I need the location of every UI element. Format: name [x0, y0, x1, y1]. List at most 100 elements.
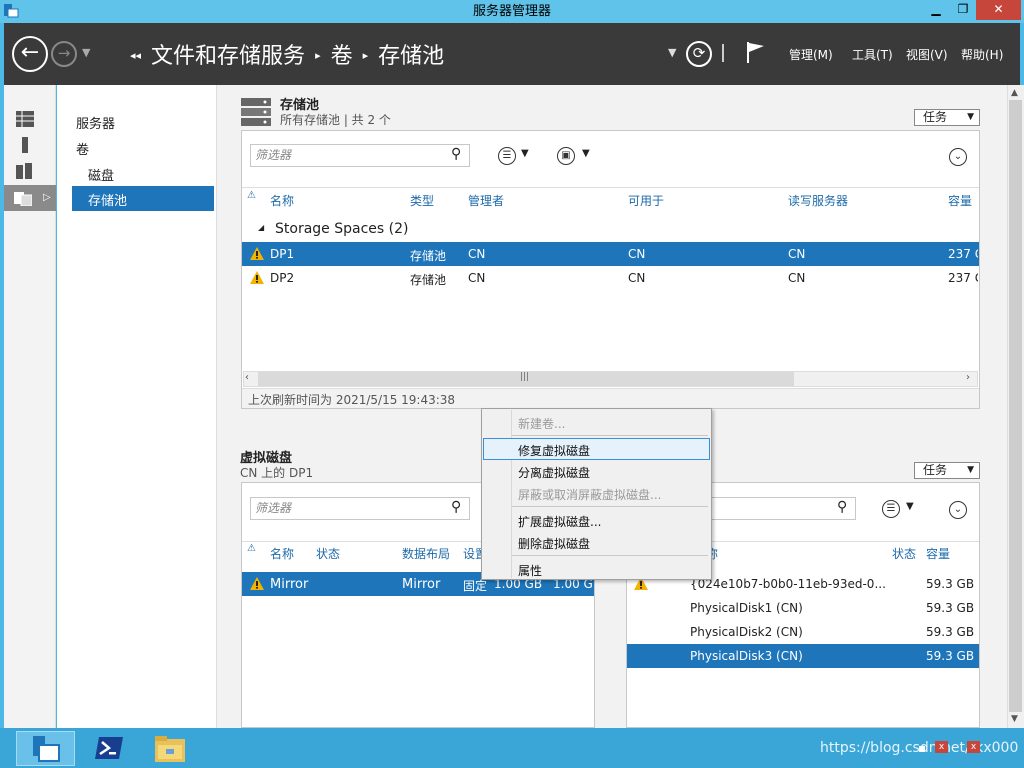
maximize-button[interactable]: ❐ — [950, 0, 976, 20]
search-icon[interactable]: ⚲ — [837, 499, 847, 515]
nav-item-servers[interactable]: 服务器 — [76, 113, 115, 132]
list-view-dropdown-icon[interactable]: ▼ — [906, 501, 914, 512]
warning-icon: ⚠ — [247, 543, 256, 554]
warning-icon: ⚠ — [247, 190, 256, 201]
history-dropdown-icon[interactable]: ▼ — [82, 46, 90, 59]
powershell-icon — [95, 737, 123, 759]
table-row[interactable] — [242, 242, 979, 266]
menu-item-detach-vdisk[interactable]: 分离虚拟磁盘 — [518, 464, 590, 481]
menu-help[interactable]: 帮助(H) — [961, 46, 1003, 63]
menu-item-mask-vdisk[interactable]: 屏蔽或取消屏蔽虚拟磁盘... — [518, 486, 661, 503]
tray-error-icon[interactable]: x — [967, 741, 980, 753]
pools-col-capacity[interactable]: 容量 — [948, 192, 972, 209]
pool-managed: CN — [468, 247, 486, 261]
pools-col-managed[interactable]: 管理者 — [468, 192, 504, 209]
save-icon[interactable]: ▣ — [557, 147, 575, 165]
pdisks-col-capacity[interactable]: 容量 — [926, 545, 950, 562]
search-icon[interactable]: ⚲ — [451, 499, 461, 515]
all-servers-icon[interactable] — [16, 163, 34, 179]
notifications-dropdown-icon[interactable]: ▼ — [668, 46, 676, 59]
menu-manage[interactable]: 管理(M) — [789, 46, 833, 63]
forward-arrow-icon[interactable]: → — [51, 41, 77, 67]
scroll-down-icon[interactable]: ▼ — [1011, 714, 1018, 724]
taskbar-powershell[interactable] — [80, 731, 138, 766]
list-view-dropdown-icon[interactable]: ▼ — [521, 148, 529, 159]
minimize-button[interactable]: ▁ — [922, 0, 950, 20]
vdisks-col-layout[interactable]: 数据布局 — [402, 545, 450, 562]
menu-item-extend-vdisk[interactable]: 扩展虚拟磁盘... — [518, 513, 601, 530]
list-view-icon[interactable]: ☰ — [498, 147, 516, 165]
back-arrow-icon[interactable]: ← — [12, 36, 48, 72]
menu-view[interactable]: 视图(V) — [906, 46, 948, 63]
menu-separator — [512, 506, 708, 507]
pools-col-name[interactable]: 名称 — [270, 192, 294, 209]
expand-icon[interactable]: ⌄ — [949, 148, 967, 166]
pools-tasks-button[interactable]: 任务 ▼ — [914, 109, 980, 126]
pool-available: CN — [628, 271, 646, 285]
menu-item-new-volume[interactable]: 新建卷... — [518, 415, 565, 432]
table-row[interactable] — [242, 266, 979, 290]
pools-header-divider — [242, 187, 979, 188]
pdisks-filter-input[interactable] — [700, 497, 856, 520]
menu-item-repair-vdisk[interactable]: 修复虚拟磁盘 — [518, 442, 590, 459]
pool-rw-server: CN — [788, 247, 806, 261]
vdisks-section-subtitle: CN 上的 DP1 — [240, 466, 314, 480]
refresh-icon[interactable]: ⟳ — [686, 41, 712, 67]
folder-icon — [155, 736, 185, 762]
nav-item-storage-pools[interactable]: 存储池 — [72, 186, 214, 211]
close-button[interactable]: ✕ — [976, 0, 1021, 20]
warning-icon — [250, 577, 264, 590]
vertical-scroll-thumb[interactable] — [1009, 100, 1022, 712]
nav-item-volumes[interactable]: 卷 — [76, 139, 89, 158]
menu-item-delete-vdisk[interactable]: 删除虚拟磁盘 — [518, 535, 590, 552]
menu-separator — [512, 555, 708, 556]
breadcrumb: ◂◂ 文件和存储服务 ▸ 卷 ▸ 存储池 — [130, 44, 445, 69]
pools-filter-input[interactable]: 筛选器 — [250, 144, 470, 167]
pdisk-capacity: 59.3 GB — [926, 577, 975, 591]
last-refresh-text: 上次刷新时间为 2021/5/15 19:43:38 — [248, 393, 456, 407]
scroll-left-icon[interactable]: ‹ — [245, 372, 249, 383]
scroll-right-icon[interactable]: › — [966, 372, 970, 383]
expand-icon[interactable]: ⌄ — [949, 501, 967, 519]
taskbar-server-manager[interactable] — [16, 731, 75, 766]
server-manager-app-icon — [33, 736, 60, 762]
pools-col-type[interactable]: 类型 — [410, 192, 434, 209]
file-storage-icon — [14, 192, 32, 206]
flag-icon[interactable] — [745, 40, 767, 64]
pool-rw-server: CN — [788, 271, 806, 285]
save-dropdown-icon[interactable]: ▼ — [582, 148, 590, 159]
pools-col-rw-server[interactable]: 读写服务器 — [788, 192, 848, 209]
search-icon[interactable]: ⚲ — [451, 146, 461, 162]
pools-group-header[interactable]: Storage Spaces (2) — [275, 221, 408, 237]
nav-item-disks[interactable]: 磁盘 — [88, 165, 114, 184]
vdisks-filter-input[interactable]: 筛选器 — [250, 497, 470, 520]
tray-error-icon[interactable]: x — [935, 741, 948, 753]
collapse-group-icon[interactable]: ◢ — [258, 223, 264, 232]
menu-separator — [512, 435, 708, 436]
storage-pool-icon — [241, 98, 271, 126]
chevron-down-icon: ▼ — [967, 112, 974, 122]
expand-rail-icon[interactable]: ▷ — [43, 192, 51, 203]
pools-col-available[interactable]: 可用于 — [628, 192, 664, 209]
breadcrumb-volumes[interactable]: 卷 — [331, 44, 353, 69]
side-nav — [57, 85, 217, 728]
pdisks-tasks-button[interactable]: 任务 ▼ — [914, 462, 980, 479]
local-server-icon[interactable] — [16, 137, 34, 153]
pdisk-name: PhysicalDisk3 (CN) — [690, 649, 803, 663]
pdisks-col-status[interactable]: 状态 — [892, 545, 916, 562]
tray-network-icon[interactable]: ▪ — [918, 741, 926, 755]
chevron-down-icon: ▼ — [967, 465, 974, 475]
nav-item-storage-pools-label: 存储池 — [88, 194, 128, 209]
breadcrumb-storage-pools[interactable]: 存储池 — [378, 44, 444, 69]
menu-item-properties[interactable]: 属性 — [518, 562, 542, 579]
pdisk-capacity: 59.3 GB — [926, 649, 975, 663]
scroll-up-icon[interactable]: ▲ — [1011, 88, 1018, 98]
pool-name: DP1 — [270, 247, 295, 261]
taskbar-explorer[interactable] — [140, 731, 198, 766]
vdisks-col-status[interactable]: 状态 — [316, 545, 340, 562]
breadcrumb-file-storage[interactable]: 文件和存储服务 — [151, 44, 305, 69]
vdisks-col-name[interactable]: 名称 — [270, 545, 294, 562]
list-view-icon[interactable]: ☰ — [882, 500, 900, 518]
dashboard-icon[interactable] — [16, 111, 34, 127]
menu-tools[interactable]: 工具(T) — [852, 46, 893, 63]
